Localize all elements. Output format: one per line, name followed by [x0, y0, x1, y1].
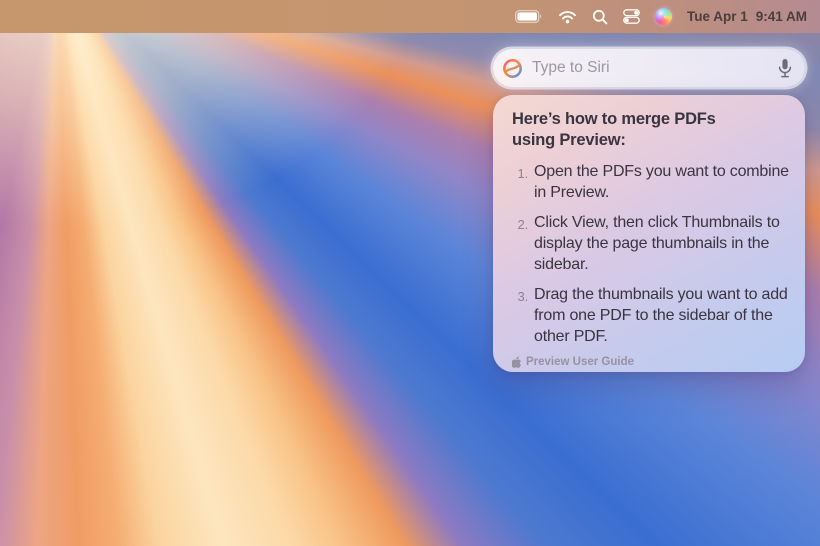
control-center-icon[interactable]	[623, 7, 640, 27]
siri-glow-icon	[502, 58, 523, 78]
source-label: Preview User Guide	[526, 356, 634, 368]
apple-logo-icon	[512, 356, 522, 368]
spotlight-search-icon[interactable]	[592, 7, 608, 27]
step-item: 1. Open the PDFs you want to combine in …	[512, 161, 797, 203]
clock-date: Tue Apr 1	[687, 9, 748, 24]
step-number: 2.	[512, 212, 528, 275]
step-number: 3.	[512, 284, 528, 347]
siri-text-input[interactable]	[532, 59, 768, 77]
response-heading: Here’s how to merge PDFs using Preview:	[512, 109, 747, 151]
step-text: Click View, then click Thumbnails to dis…	[534, 212, 797, 275]
clock-time: 9:41 AM	[756, 9, 807, 24]
type-to-siri-field[interactable]	[493, 49, 805, 87]
step-number: 1.	[512, 161, 528, 203]
microphone-icon	[777, 58, 793, 79]
step-text: Open the PDFs you want to combine in Pre…	[534, 161, 797, 203]
step-item: 2. Click View, then click Thumbnails to …	[512, 212, 797, 275]
source-link[interactable]: Preview User Guide	[512, 356, 797, 368]
menu-bar-clock[interactable]: Tue Apr 1 9:41 AM	[687, 9, 807, 24]
steps-list: 1. Open the PDFs you want to combine in …	[512, 161, 797, 356]
siri-menu-icon[interactable]	[655, 8, 672, 25]
wifi-icon[interactable]	[558, 7, 577, 27]
siri-response-card: Here’s how to merge PDFs using Preview: …	[493, 95, 805, 372]
menu-bar: Tue Apr 1 9:41 AM	[0, 0, 820, 33]
step-text: Drag the thumbnails you want to add from…	[534, 284, 797, 347]
battery-icon[interactable]	[515, 7, 543, 27]
dictation-mic-button[interactable]	[777, 58, 793, 79]
step-item: 3. Drag the thumbnails you want to add f…	[512, 284, 797, 347]
